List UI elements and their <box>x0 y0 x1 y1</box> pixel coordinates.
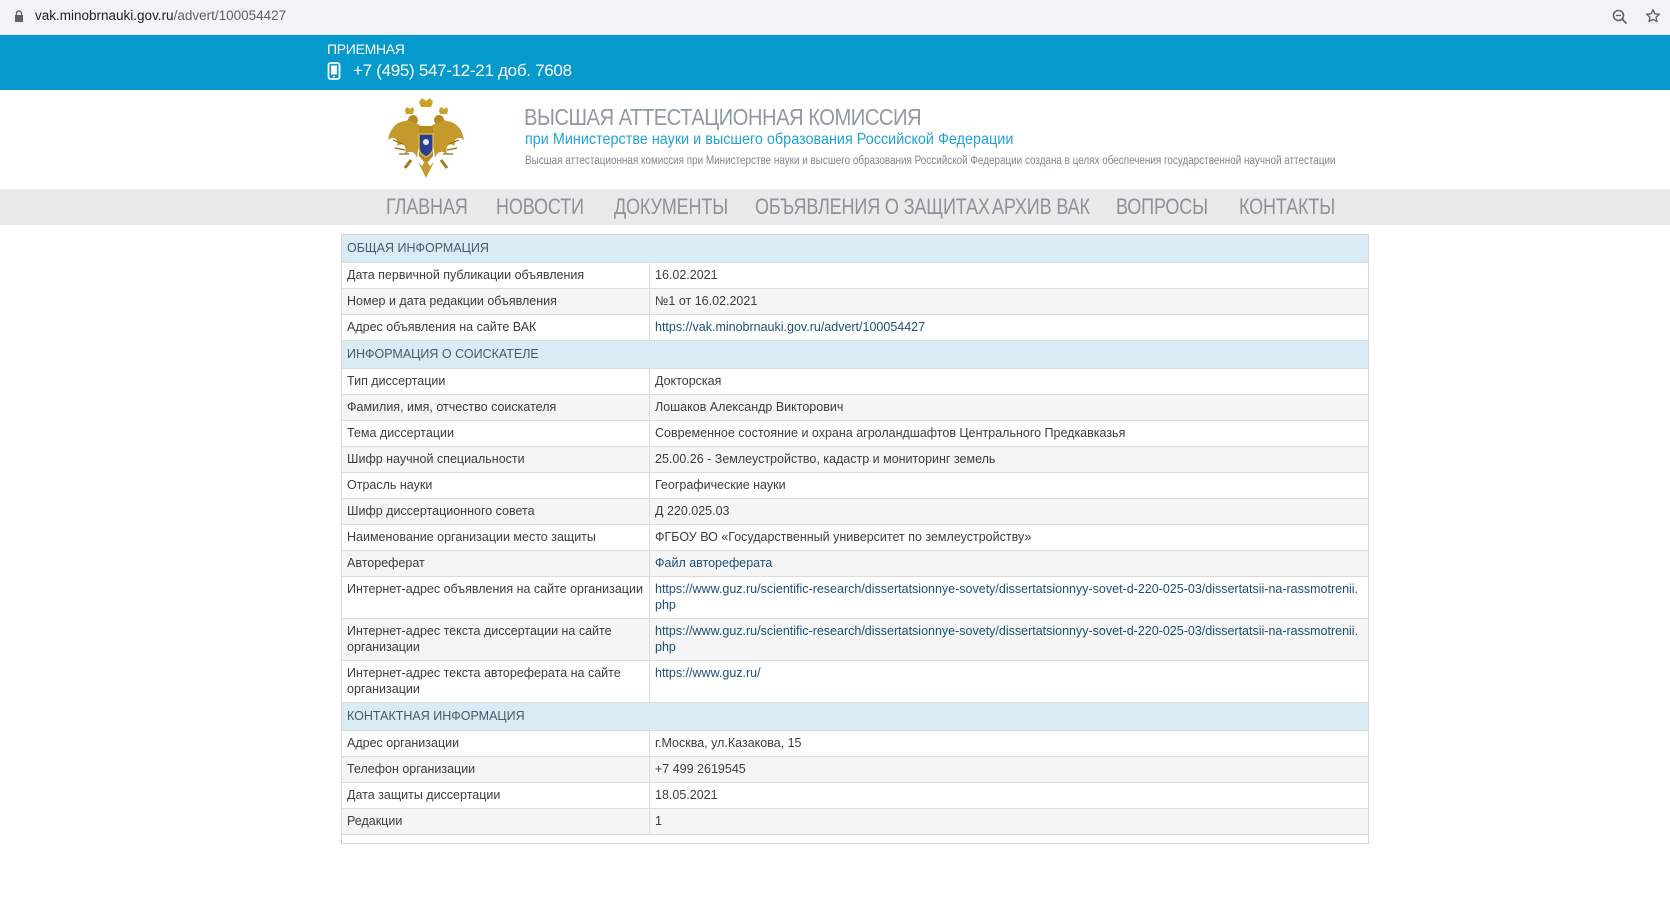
row-value: г.Москва, ул.Казакова, 15 <box>649 730 1368 757</box>
nav-item-questions[interactable]: ВОПРОСЫ <box>1116 194 1208 220</box>
row-label: Интернет-адрес текста диссертации на сай… <box>342 618 650 661</box>
lock-icon <box>15 10 23 22</box>
row-label: Шифр научной специальности <box>342 446 650 473</box>
table-row: Номер и дата редакции объявления №1 от 16… <box>342 288 1368 315</box>
row-label: Тема диссертации <box>342 420 650 447</box>
row-label: Отрасль науки <box>342 472 650 499</box>
table-row: Редакции 1 <box>342 808 1368 835</box>
phone-icon <box>327 62 341 80</box>
section-title: ОБЩАЯ ИНФОРМАЦИЯ <box>342 235 1368 263</box>
table-row: Интернет-адрес текста автореферата на са… <box>342 660 1368 703</box>
row-value: 1 <box>649 808 1368 835</box>
site-header: ВЫСШАЯ АТТЕСТАЦИОННАЯ КОМИССИЯ при Минис… <box>0 90 1670 189</box>
table-row: Наименование организации место защиты ФГБ… <box>342 524 1368 551</box>
abstract-file-link[interactable]: Файл автореферата <box>655 556 772 570</box>
browser-address-bar: vak.minobrnauki.gov.ru/advert/100054427 <box>0 0 1670 35</box>
nav-item-documents[interactable]: ДОКУМЕНТЫ <box>614 194 728 220</box>
main-nav: ГЛАВНАЯ НОВОСТИ ДОКУМЕНТЫ ОБЪЯВЛЕНИЯ О З… <box>0 189 1670 225</box>
row-label: Дата первичной публикации объявления <box>342 262 650 289</box>
site-description: Высшая аттестационная комиссия при Минис… <box>525 155 1336 167</box>
row-label: Интернет-адрес текста автореферата на са… <box>342 660 650 703</box>
url-field[interactable]: vak.minobrnauki.gov.ru/advert/100054427 <box>35 8 286 23</box>
table-row: Фамилия, имя, отчество соискателя Лошаков… <box>342 394 1368 421</box>
zoom-icon[interactable] <box>1612 9 1628 25</box>
row-label: Шифр диссертационного совета <box>342 498 650 525</box>
table-row: Тема диссертации Современное состояние и … <box>342 420 1368 447</box>
row-value: +7 499 2619545 <box>649 756 1368 783</box>
row-value: Докторская <box>649 368 1368 395</box>
row-value: Лошаков Александр Викторович <box>649 394 1368 421</box>
site-subtitle: при Министерстве науки и высшего образов… <box>525 131 1014 148</box>
row-label: Фамилия, имя, отчество соискателя <box>342 394 650 421</box>
table-row: Отрасль науки Географические науки <box>342 472 1368 499</box>
table-row: Автореферат Файл автореферата <box>342 550 1368 577</box>
section-title: КОНТАКТНАЯ ИНФОРМАЦИЯ <box>342 702 1368 731</box>
vak-advert-link[interactable]: https://vak.minobrnauki.gov.ru/advert/10… <box>655 320 925 334</box>
reception-label: ПРИЕМНАЯ <box>327 41 405 57</box>
nav-item-home[interactable]: ГЛАВНАЯ <box>386 194 468 220</box>
row-value: ФГБОУ ВО «Государственный университет по… <box>649 524 1368 551</box>
row-value: 18.05.2021 <box>649 782 1368 809</box>
row-label: Номер и дата редакции объявления <box>342 288 650 315</box>
section-title: ИНФОРМАЦИЯ О СОИСКАТЕЛЕ <box>342 340 1368 369</box>
table-row: Дата первичной публикации объявления 16.0… <box>342 262 1368 289</box>
row-value: 16.02.2021 <box>649 262 1368 289</box>
advert-table: ОБЩАЯ ИНФОРМАЦИЯ Дата первичной публикац… <box>341 234 1369 844</box>
row-value: Д 220.025.03 <box>649 498 1368 525</box>
row-value: №1 от 16.02.2021 <box>649 288 1368 315</box>
row-label: Адрес объявления на сайте ВАК <box>342 314 650 341</box>
bookmark-star-icon[interactable] <box>1645 8 1661 24</box>
row-value: Географические науки <box>649 472 1368 499</box>
url-host: vak.minobrnauki.gov.ru <box>35 8 174 23</box>
table-row: Шифр диссертационного совета Д 220.025.03 <box>342 498 1368 525</box>
section-header: ОБЩАЯ ИНФОРМАЦИЯ <box>342 235 1368 263</box>
nav-item-news[interactable]: НОВОСТИ <box>496 194 584 220</box>
row-value: 25.00.26 - Землеустройство, кадастр и мо… <box>649 446 1368 473</box>
dissertation-text-link[interactable]: https://www.guz.ru/scientific-research/d… <box>655 624 1358 654</box>
coat-of-arms-logo[interactable] <box>385 96 467 184</box>
table-row: Шифр научной специальности 25.00.26 - Зем… <box>342 446 1368 473</box>
table-row: Тип диссертации Докторская <box>342 368 1368 395</box>
nav-item-contacts[interactable]: КОНТАКТЫ <box>1239 194 1335 220</box>
nav-item-archive[interactable]: АРХИВ ВАК <box>992 194 1090 220</box>
top-contact-band: ПРИЕМНАЯ +7 (495) 547-12-21 доб. 7608 <box>0 35 1670 90</box>
row-label: Телефон организации <box>342 756 650 783</box>
table-row: Дата защиты диссертации 18.05.2021 <box>342 782 1368 809</box>
org-advert-link[interactable]: https://www.guz.ru/scientific-research/d… <box>655 582 1358 612</box>
nav-item-defense-announcements[interactable]: ОБЪЯВЛЕНИЯ О ЗАЩИТАХ <box>755 194 990 220</box>
table-row: Адрес объявления на сайте ВАК https://vak… <box>342 314 1368 341</box>
row-label: Адрес организации <box>342 730 650 757</box>
reception-phone[interactable]: +7 (495) 547-12-21 доб. 7608 <box>353 61 572 81</box>
table-row: Телефон организации +7 499 2619545 <box>342 756 1368 783</box>
table-row: Интернет-адрес объявления на сайте орган… <box>342 576 1368 619</box>
table-row: Адрес организации г.Москва, ул.Казакова, … <box>342 730 1368 757</box>
row-label: Редакции <box>342 808 650 835</box>
row-label: Наименование организации место защиты <box>342 524 650 551</box>
url-path: /advert/100054427 <box>173 8 287 23</box>
section-header: КОНТАКТНАЯ ИНФОРМАЦИЯ <box>342 702 1368 731</box>
section-header: ИНФОРМАЦИЯ О СОИСКАТЕЛЕ <box>342 340 1368 369</box>
row-label: Тип диссертации <box>342 368 650 395</box>
table-row: Интернет-адрес текста диссертации на сай… <box>342 618 1368 661</box>
row-label: Дата защиты диссертации <box>342 782 650 809</box>
row-value: Современное состояние и охрана агроландш… <box>649 420 1368 447</box>
site-title[interactable]: ВЫСШАЯ АТТЕСТАЦИОННАЯ КОМИССИЯ <box>524 104 922 131</box>
row-label: Автореферат <box>342 550 650 577</box>
abstract-text-link[interactable]: https://www.guz.ru/ <box>655 666 761 680</box>
row-label: Интернет-адрес объявления на сайте орган… <box>342 576 650 619</box>
